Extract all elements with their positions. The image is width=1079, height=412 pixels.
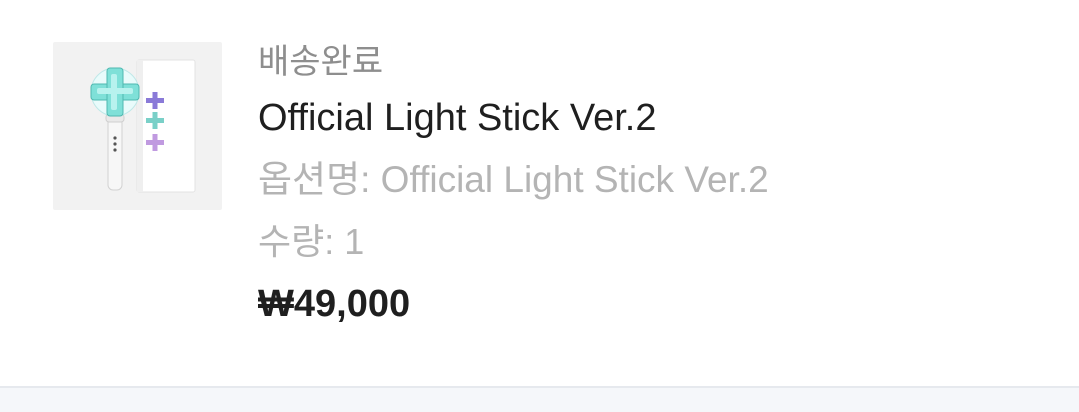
product-thumbnail[interactable]: [53, 42, 222, 210]
quantity-text: 수량: 1: [258, 221, 365, 262]
delivery-status: 배송완료: [258, 43, 384, 81]
light-stick-product-image: [90, 59, 196, 193]
footer-band: [0, 388, 1079, 412]
option-text: 옵션명: Official Light Stick Ver.2: [258, 159, 769, 200]
price-text: ₩49,000: [258, 283, 411, 325]
product-name[interactable]: Official Light Stick Ver.2: [258, 94, 657, 142]
order-item-card[interactable]: 배송완료 Official Light Stick Ver.2 옵션명: Off…: [0, 0, 1079, 388]
